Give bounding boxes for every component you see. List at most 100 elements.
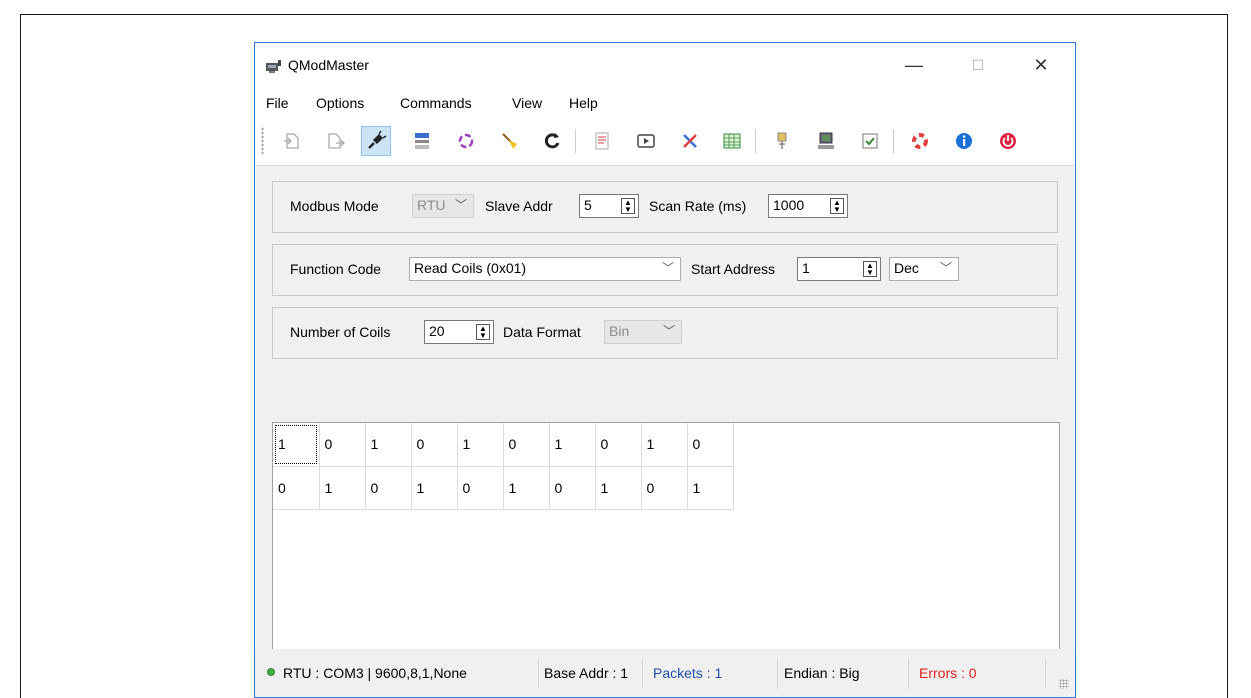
spin-arrows-icon[interactable]: ▲ ▼ — [476, 324, 490, 340]
status-bar: RTU : COM3 | 9600,8,1,None Base Addr : 1… — [255, 649, 1075, 697]
coils-data-grid[interactable]: 1 0 1 0 1 0 1 0 1 0 0 1 0 1 0 1 0 1 0 1 — [272, 422, 1060, 666]
close-icon: ✕ — [1033, 54, 1049, 75]
minimize-button[interactable]: — — [891, 49, 937, 81]
table-cell[interactable]: 0 — [457, 466, 504, 510]
table-cell[interactable]: 0 — [595, 423, 642, 467]
status-separator — [777, 659, 778, 689]
data-format-select[interactable]: Bin ﹀ — [604, 320, 682, 344]
table-cell[interactable]: 0 — [549, 466, 596, 510]
modbus-mode-value: RTU — [417, 197, 446, 213]
spin-arrows-icon[interactable]: ▲ ▼ — [621, 198, 635, 214]
info-button[interactable] — [949, 126, 979, 156]
function-code-label: Function Code — [290, 261, 382, 277]
menu-help[interactable]: Help — [569, 95, 598, 111]
toolbar-grip[interactable] — [261, 127, 264, 155]
minimize-icon: — — [905, 54, 923, 75]
table-cell[interactable]: 0 — [641, 466, 688, 510]
modbus-tcp-button[interactable] — [451, 126, 481, 156]
table-cell[interactable]: 1 — [365, 423, 412, 467]
options-button[interactable] — [855, 126, 885, 156]
table-cell[interactable]: 1 — [595, 466, 642, 510]
clear-button[interactable] — [675, 126, 705, 156]
about-qt-icon — [912, 133, 928, 149]
number-of-coils-spinbox[interactable]: 20 ▲ ▼ — [424, 320, 494, 344]
menu-view[interactable]: View — [512, 95, 542, 111]
table-cell[interactable]: 0 — [273, 466, 320, 510]
main-panel: Modbus Mode RTU ﹀ Slave Addr 5 ▲ ▼ Scan R… — [256, 165, 1074, 666]
bus-monitor-button[interactable] — [587, 126, 617, 156]
connection-status-led-icon — [267, 668, 275, 676]
menu-file[interactable]: File — [266, 95, 289, 111]
start-address-value: 1 — [802, 260, 810, 276]
close-button[interactable]: ✕ — [1018, 49, 1064, 81]
base-format-select[interactable]: Dec ﹀ — [889, 257, 959, 281]
spin-arrows-icon[interactable]: ▲ ▼ — [863, 261, 877, 277]
table-row: 0 1 0 1 0 1 0 1 0 1 — [273, 466, 734, 510]
table-cell[interactable]: 1 — [503, 466, 550, 510]
slave-addr-label: Slave Addr — [485, 198, 553, 214]
toolbar — [255, 119, 1075, 163]
modbus-rtu-button[interactable] — [407, 126, 437, 156]
reset-counters-button[interactable] — [495, 126, 525, 156]
table-cell[interactable]: 1 — [319, 466, 366, 510]
chevron-down-icon: ﹀ — [661, 261, 674, 275]
chevron-down-icon: ﹀ — [939, 261, 952, 275]
modbus-mode-select[interactable]: RTU ﹀ — [412, 194, 474, 218]
status-separator — [1045, 659, 1046, 689]
table-cell[interactable]: 0 — [365, 466, 412, 510]
table-cell[interactable]: 1 — [687, 466, 734, 510]
table-cell[interactable]: 0 — [411, 423, 458, 467]
read-write-button[interactable] — [537, 126, 567, 156]
show-monitor-icon — [637, 134, 655, 148]
slave-addr-value: 5 — [584, 197, 592, 213]
status-separator — [908, 659, 909, 689]
menu-commands[interactable]: Commands — [400, 95, 472, 111]
about-qt-button[interactable] — [905, 126, 935, 156]
exit-button[interactable] — [993, 126, 1023, 156]
function-code-value: Read Coils (0x01) — [414, 260, 527, 276]
table-cell[interactable]: 1 — [549, 423, 596, 467]
maximize-icon: ☐ — [971, 56, 985, 73]
menu-bar: File Options Commands View Help — [255, 91, 1075, 117]
start-address-spinbox[interactable]: 1 ▲ ▼ — [797, 257, 881, 281]
table-icon — [723, 133, 741, 149]
exit-icon — [1000, 133, 1016, 149]
status-endian: Endian : Big — [784, 665, 860, 681]
table-cell[interactable]: 1 — [641, 423, 688, 467]
table-cell[interactable]: 1 — [457, 423, 504, 467]
table-cell[interactable]: 0 — [319, 423, 366, 467]
function-settings-group: Function Code Read Coils (0x01) ﹀ Start … — [272, 244, 1058, 296]
start-address-label: Start Address — [691, 261, 776, 277]
table-cell[interactable]: 1 — [411, 466, 458, 510]
chevron-down-icon: ﹀ — [454, 198, 467, 212]
tools-button[interactable] — [767, 126, 797, 156]
table-button[interactable] — [717, 126, 747, 156]
tools-icon — [777, 132, 787, 149]
base-format-value: Dec — [894, 260, 919, 276]
table-cell[interactable]: 0 — [687, 423, 734, 467]
header-icon — [818, 132, 834, 149]
coils-settings-group: Number of Coils 20 ▲ ▼ Data Format Bin ﹀ — [272, 307, 1058, 359]
show-monitor-button[interactable] — [631, 126, 661, 156]
slave-addr-spinbox[interactable]: 5 ▲ ▼ — [579, 194, 639, 218]
number-of-coils-label: Number of Coils — [290, 324, 391, 340]
load-session-button[interactable] — [277, 126, 307, 156]
resize-grip-icon[interactable] — [1059, 679, 1069, 689]
chevron-down-icon: ﹀ — [662, 324, 675, 338]
save-session-button[interactable] — [321, 126, 351, 156]
connect-button[interactable] — [361, 126, 391, 156]
function-code-select[interactable]: Read Coils (0x01) ﹀ — [409, 257, 681, 281]
header-button[interactable] — [811, 126, 841, 156]
menu-options[interactable]: Options — [316, 95, 364, 111]
info-icon — [956, 133, 972, 149]
clear-icon — [683, 134, 697, 148]
spin-arrows-icon[interactable]: ▲ ▼ — [830, 198, 844, 214]
scan-rate-spinbox[interactable]: 1000 ▲ ▼ — [768, 194, 848, 218]
maximize-button[interactable]: ☐ — [955, 49, 1001, 81]
table-cell[interactable]: 0 — [503, 423, 550, 467]
number-of-coils-value: 20 — [429, 323, 445, 339]
data-format-value: Bin — [609, 323, 630, 339]
title-bar: QModMaster — ☐ ✕ — [255, 43, 1075, 90]
table-cell[interactable]: 1 — [273, 423, 320, 467]
status-errors: Errors : 0 — [919, 665, 977, 681]
